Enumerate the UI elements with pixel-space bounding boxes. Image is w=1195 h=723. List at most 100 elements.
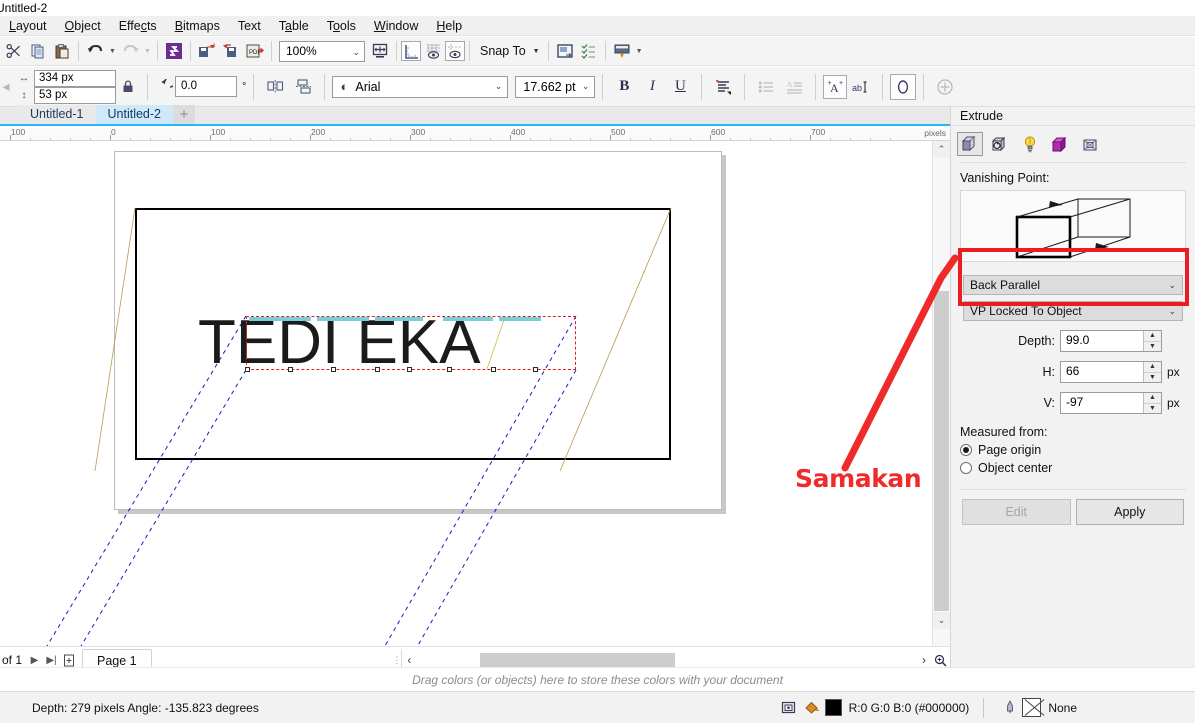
interactive-outline-icon[interactable] [890, 73, 917, 100]
radio-button-icon[interactable] [960, 444, 972, 456]
depth-spin-buttons[interactable]: ▲ ▼ [1143, 331, 1161, 351]
paste-icon[interactable] [50, 39, 74, 63]
extrude-lighting-tab[interactable] [1017, 132, 1043, 156]
text-node-handle[interactable] [245, 367, 250, 372]
fill-color-swatch[interactable] [824, 699, 842, 716]
apply-button[interactable]: Apply [1075, 499, 1184, 525]
font-size-combo[interactable]: 17.662 pt ⌄ [515, 75, 596, 98]
rotation-angle-input[interactable]: 0.0 [175, 76, 237, 97]
scissors-icon[interactable] [2, 39, 26, 63]
extrude-camera-tab[interactable] [957, 132, 983, 156]
scroll-down-icon[interactable]: ⌄ [933, 612, 950, 629]
spin-up-icon[interactable]: ▲ [1144, 331, 1161, 341]
redo-dropdown-icon[interactable]: ▼ [142, 39, 153, 63]
lock-ratio-icon[interactable] [116, 74, 140, 100]
menu-window[interactable]: Window [365, 16, 427, 36]
horizontal-scrollbar-thumb[interactable] [479, 653, 675, 667]
edit-button[interactable]: Edit [962, 499, 1071, 525]
text-node-handle[interactable] [375, 367, 380, 372]
mirror-horizontal-icon[interactable] [261, 74, 289, 100]
new-document-icon[interactable]: + [173, 105, 195, 124]
menu-help[interactable]: Help [427, 16, 471, 36]
show-rulers-icon[interactable] [401, 41, 421, 61]
selection-bounding-box[interactable] [245, 316, 576, 372]
vp-type-combo[interactable]: Back Parallel ⌄ [963, 275, 1183, 295]
zoom-level-combo[interactable]: 100% ⌄ [279, 40, 365, 62]
radio-button-icon[interactable] [960, 462, 972, 474]
h-value[interactable]: 66 [1061, 362, 1143, 382]
spin-down-icon[interactable]: ▼ [1144, 340, 1161, 352]
chevron-down-icon[interactable]: ▼ [533, 48, 540, 55]
menu-text[interactable]: Text [229, 16, 270, 36]
property-bar-overflow-icon[interactable]: ◂ [0, 74, 12, 100]
color-palette-drop-strip[interactable]: Drag colors (or objects) here to store t… [0, 667, 1195, 691]
h-spin-buttons[interactable]: ▲ ▼ [1143, 362, 1161, 382]
chevron-down-icon[interactable]: ⌄ [495, 81, 503, 92]
import-icon[interactable] [195, 39, 219, 63]
object-width-input[interactable]: 334 px [34, 69, 116, 87]
script-icon[interactable] [577, 39, 601, 63]
canvas-vertical-scrollbar[interactable]: ⌃ ⌄ [932, 141, 950, 646]
radio-object-center[interactable]: Object center [951, 461, 1195, 475]
extrude-rotation-tab[interactable] [987, 132, 1013, 156]
undo-dropdown-icon[interactable]: ▼ [107, 39, 118, 63]
horizontal-ruler[interactable]: 100 0 100 200 300 400 500 600 700 pixels [0, 128, 950, 141]
italic-button[interactable]: I [638, 74, 666, 100]
font-family-combo[interactable]: ◐ Arial ⌄ [332, 75, 509, 98]
menu-object[interactable]: Object [56, 16, 110, 36]
no-outline-icon[interactable] [1022, 698, 1042, 717]
vp-lock-combo[interactable]: VP Locked To Object ⌄ [963, 301, 1183, 321]
vanishing-point-preview[interactable] [960, 190, 1186, 262]
export-icon[interactable] [219, 39, 243, 63]
text-node-handle[interactable] [533, 367, 538, 372]
text-node-handle[interactable] [447, 367, 452, 372]
drop-cap-icon[interactable]: A [780, 74, 808, 100]
radio-page-origin[interactable]: Page origin [951, 443, 1195, 457]
text-node-handle[interactable] [491, 367, 496, 372]
text-node-handle[interactable] [288, 367, 293, 372]
show-guides-icon[interactable] [445, 41, 465, 61]
corel-connect-icon[interactable] [162, 39, 186, 63]
chevron-down-icon[interactable]: ⌄ [1168, 306, 1176, 317]
text-node-handle[interactable] [407, 367, 412, 372]
depth-value[interactable]: 99.0 [1061, 331, 1143, 351]
chevron-down-icon[interactable]: ⌄ [582, 81, 590, 92]
v-stepper[interactable]: -97 ▲ ▼ [1060, 392, 1162, 414]
scroll-up-icon[interactable]: ⌃ [933, 141, 950, 158]
outline-pen-icon[interactable] [998, 697, 1022, 719]
scrollbar-thumb[interactable] [934, 291, 949, 611]
object-snap-icon[interactable] [777, 697, 801, 719]
text-node-handle[interactable] [331, 367, 336, 372]
menu-tools[interactable]: Tools [318, 16, 365, 36]
spin-down-icon[interactable]: ▼ [1144, 402, 1161, 414]
document-tab-untitled-1[interactable]: Untitled-1 [18, 105, 96, 124]
extrude-color-tab[interactable] [1047, 132, 1073, 156]
snap-to-dropdown[interactable]: Snap To ▼ [474, 39, 544, 63]
drawing-canvas[interactable]: TEDI EKA x [0, 141, 932, 646]
full-screen-preview-icon[interactable] [368, 39, 392, 63]
fill-color-icon[interactable] [801, 697, 825, 719]
spin-up-icon[interactable]: ▲ [1144, 393, 1161, 403]
menu-bitmaps[interactable]: Bitmaps [166, 16, 229, 36]
publish-pdf-icon[interactable]: PDF [243, 39, 267, 63]
text-alignment-icon[interactable] [709, 74, 737, 100]
bulleted-list-icon[interactable] [752, 74, 780, 100]
undo-icon[interactable] [83, 39, 107, 63]
object-height-input[interactable]: 53 px [34, 86, 116, 104]
display-dropdown-icon[interactable]: ▼ [634, 39, 645, 63]
h-stepper[interactable]: 66 ▲ ▼ [1060, 361, 1162, 383]
underline-button[interactable]: U [666, 74, 694, 100]
spin-up-icon[interactable]: ▲ [1144, 362, 1161, 372]
extrude-bevels-tab[interactable] [1077, 132, 1103, 156]
bold-button[interactable]: B [610, 74, 638, 100]
edit-text-icon[interactable]: ab [847, 74, 875, 100]
v-value[interactable]: -97 [1061, 393, 1143, 413]
mirror-vertical-icon[interactable] [289, 74, 317, 100]
menu-layout[interactable]: Layout [0, 16, 56, 36]
document-tab-untitled-2[interactable]: Untitled-2 [95, 105, 173, 124]
more-options-icon[interactable] [931, 74, 959, 100]
character-properties-icon[interactable]: A + + [823, 74, 848, 99]
redo-icon[interactable] [118, 39, 142, 63]
chevron-down-icon[interactable]: ⌄ [1168, 280, 1176, 291]
copy-icon[interactable] [26, 39, 50, 63]
